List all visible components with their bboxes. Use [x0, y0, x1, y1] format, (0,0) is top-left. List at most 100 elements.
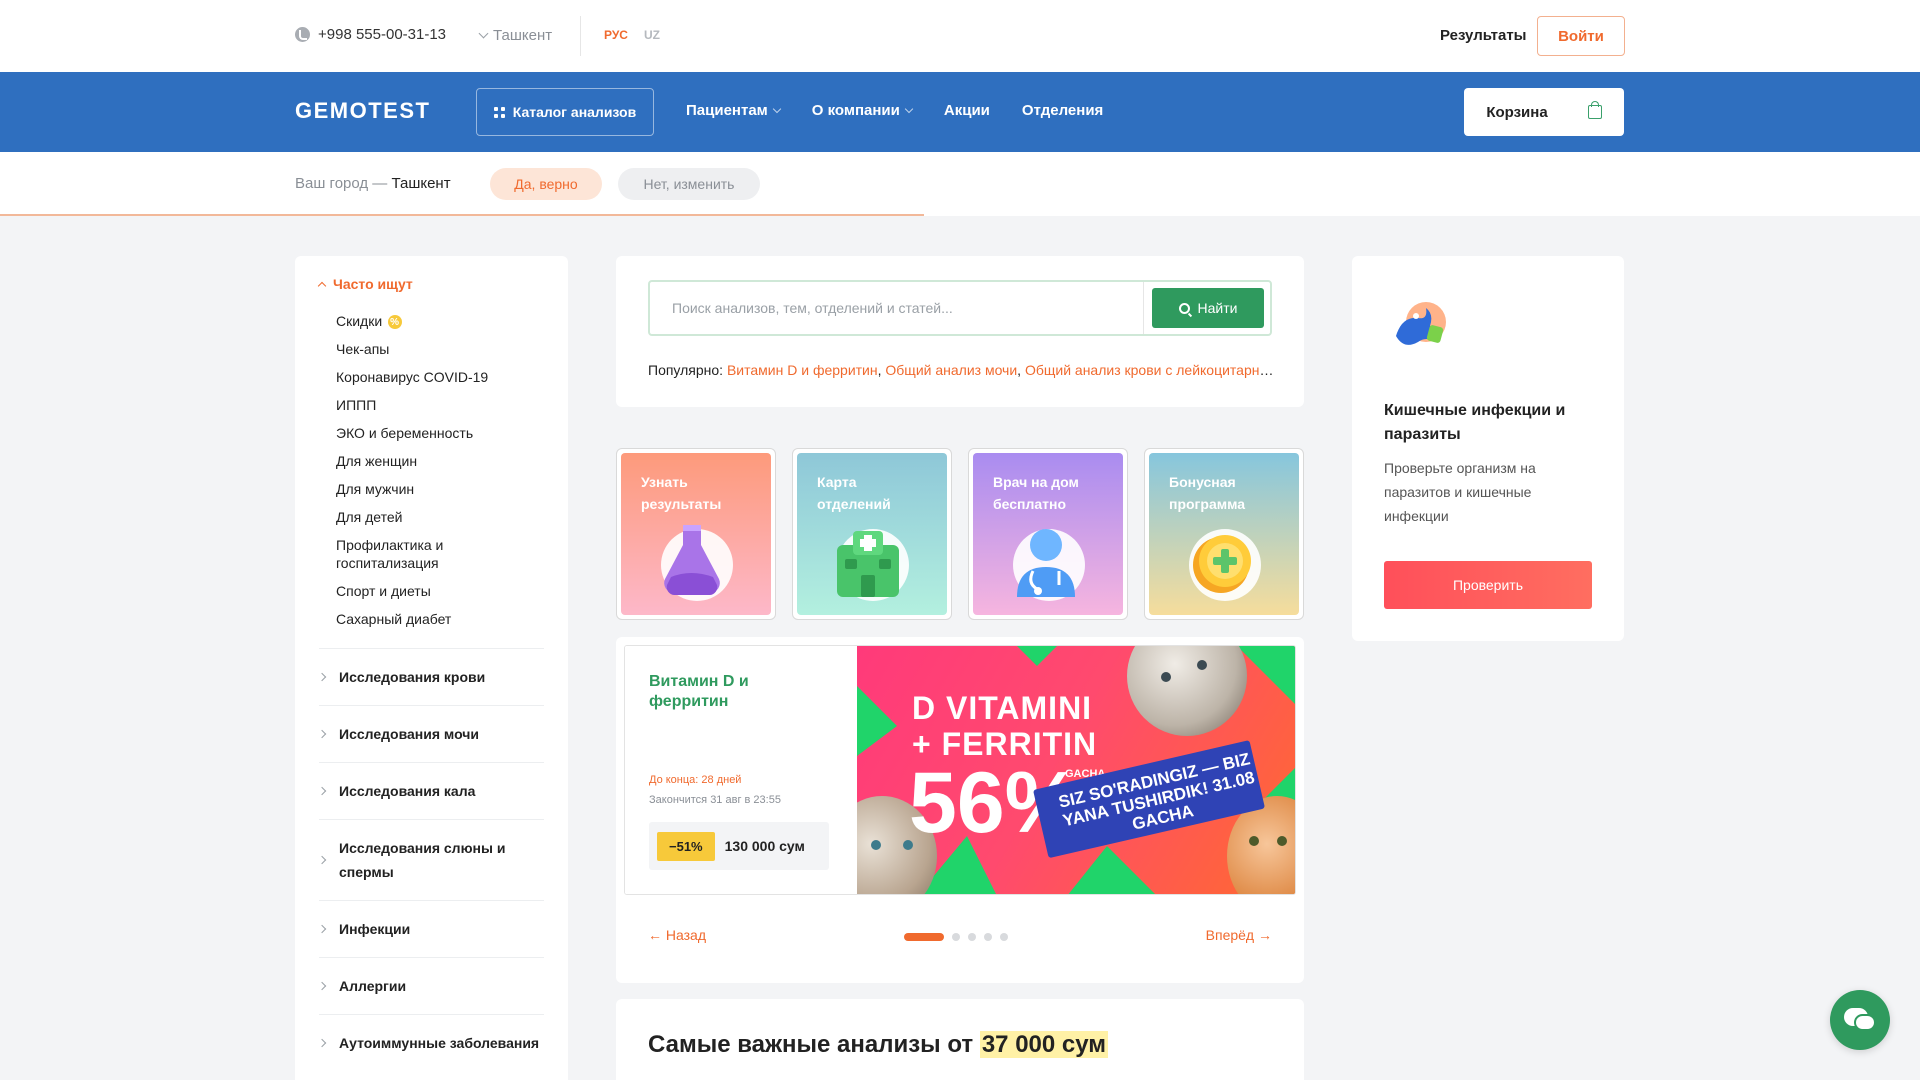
check-button[interactable]: Проверить: [1384, 561, 1592, 609]
sidebar-section-autoimmune[interactable]: Аутоиммунные заболевания: [317, 1014, 544, 1071]
promo-price: 130 000 сум: [724, 838, 805, 854]
sidebar-item-prevention[interactable]: Профилактика и госпитализация: [336, 536, 476, 572]
sidebar-heading[interactable]: Часто ищут: [317, 276, 413, 292]
nav-branches[interactable]: Отделения: [1022, 102, 1103, 119]
nav-patients[interactable]: Пациентам: [686, 102, 782, 119]
tile-inner: Карта отделений: [797, 453, 947, 615]
popular-link[interactable]: Общий анализ мочи: [885, 362, 1017, 378]
lang-ru[interactable]: РУС: [604, 28, 628, 42]
city-confirm-bar: Ваш город — Ташкент Да, верно Нет, измен…: [0, 152, 1920, 216]
nav-promotions[interactable]: Акции: [944, 102, 990, 119]
cat-eye: [1277, 836, 1287, 846]
carousel-dot[interactable]: [984, 933, 992, 941]
section-label: Аллергии: [339, 978, 407, 994]
promo-title[interactable]: Витамин D и ферритин: [649, 672, 829, 712]
sidebar-item-covid[interactable]: Коронавирус COVID-19: [336, 368, 556, 386]
promo-slide[interactable]: Витамин D и ферритин До конца: 28 дней З…: [624, 645, 1296, 895]
card-title: Кишечные инфекции и паразиты: [1384, 402, 1566, 443]
shopping-bag-icon: [1587, 101, 1602, 119]
popular-link[interactable]: Общий анализ крови с лейкоцитарной форму…: [1025, 362, 1278, 378]
tile-bonus-program[interactable]: Бонусная программа: [1144, 448, 1304, 620]
sidebar-section-allergies[interactable]: Аллергии: [317, 957, 544, 1014]
intestinal-infections-card: Кишечные инфекции и паразиты Проверьте о…: [1352, 256, 1624, 641]
city-yes-button[interactable]: Да, верно: [490, 168, 602, 200]
city-selector[interactable]: Ташкент: [478, 27, 552, 44]
chevron-down-icon: [904, 104, 914, 113]
next-label: Вперёд: [1205, 927, 1255, 943]
sidebar-item-diabetes[interactable]: Сахарный диабет: [336, 610, 556, 628]
clinic-icon: [837, 531, 899, 597]
sidebar-section-stool[interactable]: Исследования кала: [317, 762, 544, 819]
section-label: Исследования слюны и спермы: [339, 840, 506, 880]
section-label: Исследования крови: [339, 669, 486, 685]
chevron-right-icon: [317, 855, 327, 865]
arrow-right-icon: →: [1254, 927, 1272, 943]
top-bar: +998 555-00-31-13 Ташкент РУС UZ Результ…: [0, 0, 1920, 72]
sidebar-item-stis[interactable]: ИППП: [336, 396, 556, 414]
promo-until: До конца: 28 дней: [649, 774, 742, 786]
chevron-right-icon: [317, 786, 327, 796]
catalog-button[interactable]: Каталог анализов: [476, 88, 654, 136]
sidebar-item-checkups[interactable]: Чек-апы: [336, 340, 556, 358]
important-analyses-card: Самые важные анализы от 37 000 сум: [616, 999, 1304, 1080]
tile-results[interactable]: Узнать результаты: [616, 448, 776, 620]
tile-branches-map[interactable]: Карта отделений: [792, 448, 952, 620]
carousel-next-button[interactable]: Вперёд →: [1206, 927, 1272, 943]
cart-button[interactable]: Корзина: [1464, 88, 1624, 136]
popular-link[interactable]: Витамин D и ферритин: [727, 362, 878, 378]
city-question-prefix: Ваш город —: [295, 175, 392, 192]
carousel-dot[interactable]: [904, 933, 944, 941]
sidebar-section-saliva[interactable]: Исследования слюны и спермы: [317, 819, 544, 900]
important-price: 37 000 сум: [979, 1031, 1109, 1058]
sidebar-item-label: Скидки: [336, 313, 383, 329]
login-button[interactable]: Войти: [1537, 16, 1625, 56]
tile-label: Узнать результаты: [641, 474, 722, 512]
phone-number: +998 555-00-31-13: [318, 26, 447, 43]
important-title: Самые важные анализы от 37 000 сум: [648, 1031, 1109, 1059]
sidebar-item-women[interactable]: Для женщин: [336, 452, 556, 470]
chevron-right-icon: [317, 672, 327, 682]
nav-label: Отделения: [1021, 102, 1104, 119]
sidebar-item-discounts[interactable]: Скидки: [336, 312, 556, 332]
search-input[interactable]: [650, 282, 1144, 334]
search-box: Найти: [648, 280, 1272, 336]
city-no-button[interactable]: Нет, изменить: [618, 168, 760, 200]
sidebar-item-sport[interactable]: Спорт и диеты: [336, 582, 556, 600]
carousel-back-button[interactable]: ← Назад: [648, 927, 706, 943]
promo-info: Витамин D и ферритин До конца: 28 дней З…: [625, 646, 857, 894]
sidebar-section-urine[interactable]: Исследования мочи: [317, 705, 544, 762]
chat-button[interactable]: [1830, 990, 1890, 1050]
carousel-dot[interactable]: [968, 933, 976, 941]
sidebar-item-men[interactable]: Для мужчин: [336, 480, 556, 498]
card-text: Проверьте организм на паразитов и кишечн…: [1384, 460, 1536, 524]
divider: [580, 16, 581, 56]
search-icon: [1178, 302, 1190, 314]
carousel-dot[interactable]: [1000, 933, 1008, 941]
sidebar-heading-label: Часто ищут: [333, 276, 413, 292]
promo-banner-image[interactable]: D VITAMINI + FERRITIN 56% GACHA SIZ SO'R…: [857, 646, 1295, 894]
results-link[interactable]: Результаты: [1440, 27, 1526, 44]
bonus-coin-icon: [1193, 535, 1251, 593]
catalog-label: Каталог анализов: [512, 104, 637, 120]
search-button-label: Найти: [1197, 300, 1238, 316]
carousel-dots: [904, 933, 1008, 941]
category-sidebar: Часто ищут Скидки Чек-апы Коронавирус CO…: [295, 256, 568, 1080]
cat-eye: [1249, 836, 1259, 846]
phone-link[interactable]: +998 555-00-31-13: [295, 26, 446, 43]
sidebar-item-ivf[interactable]: ЭКО и беременность: [336, 424, 556, 442]
sidebar-section-infections[interactable]: Инфекции: [317, 900, 544, 957]
logo[interactable]: GEMOTEST: [295, 98, 430, 124]
tile-doctor-home[interactable]: Врач на дом бесплатно: [968, 448, 1128, 620]
sidebar-section-blood[interactable]: Исследования крови: [317, 648, 544, 705]
cart-label: Корзина: [1486, 103, 1548, 121]
discount-badge: −51%: [657, 831, 715, 861]
main-header: GEMOTEST Каталог анализов Пациентам О ко…: [0, 72, 1920, 152]
tile-inner: Врач на дом бесплатно: [973, 453, 1123, 615]
search-button[interactable]: Найти: [1152, 288, 1264, 328]
lang-uz[interactable]: UZ: [644, 28, 660, 42]
nav-about[interactable]: О компании: [812, 102, 914, 119]
sidebar-item-children[interactable]: Для детей: [336, 508, 556, 526]
cat-eye: [1197, 660, 1207, 670]
tile-label: Карта отделений: [817, 474, 891, 512]
carousel-dot[interactable]: [952, 933, 960, 941]
